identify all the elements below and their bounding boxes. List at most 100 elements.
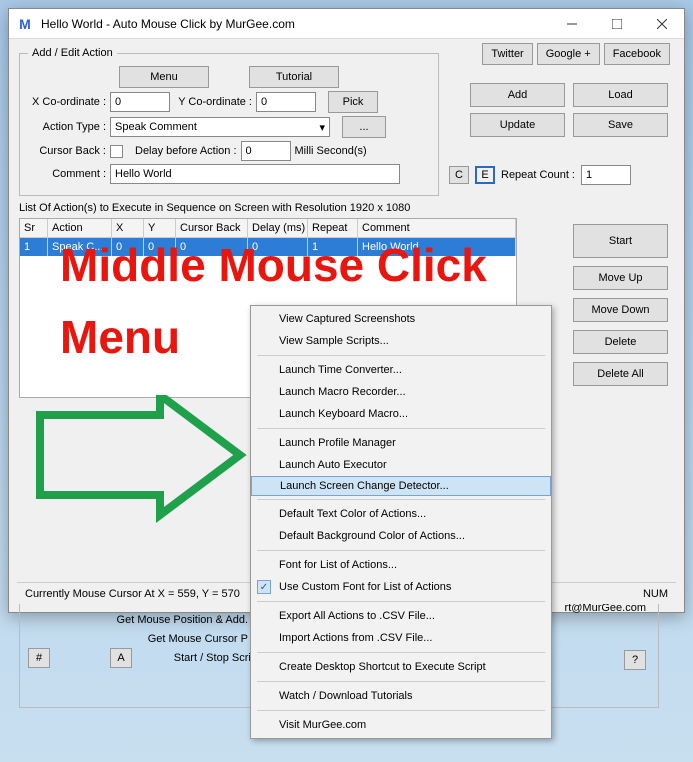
menu-item-label: Launch Screen Change Detector...: [280, 480, 449, 492]
actiontype-label: Action Type :: [28, 121, 106, 133]
check-icon: ✓: [257, 580, 271, 594]
col-delay[interactable]: Delay (ms): [248, 219, 308, 237]
getcur-label: Get Mouse Cursor P: [28, 633, 248, 645]
menu-separator: [257, 428, 545, 429]
pick-button[interactable]: Pick: [328, 91, 378, 113]
menu-item[interactable]: Create Desktop Shortcut to Execute Scrip…: [251, 656, 551, 678]
menu-item[interactable]: Launch Auto Executor: [251, 454, 551, 476]
window-title: Hello World - Auto Mouse Click by MurGee…: [41, 17, 549, 31]
add-edit-group: Add / Edit Action Menu Tutorial X Co-ord…: [19, 47, 439, 196]
movedown-button[interactable]: Move Down: [573, 298, 668, 322]
overlay-text-2: Menu: [60, 310, 180, 364]
cell: 1: [20, 238, 48, 256]
menu-item-label: Import Actions from .CSV File...: [279, 632, 432, 644]
menu-item[interactable]: Watch / Download Tutorials: [251, 685, 551, 707]
overlay-text-1: Middle Mouse Click: [60, 240, 487, 291]
update-button[interactable]: Update: [470, 113, 565, 137]
col-y[interactable]: Y: [144, 219, 176, 237]
hash-button[interactable]: #: [28, 648, 50, 668]
e-button[interactable]: E: [475, 166, 495, 184]
help-button[interactable]: ?: [624, 650, 646, 670]
menu-item[interactable]: Launch Time Converter...: [251, 359, 551, 381]
menu-item-label: Use Custom Font for List of Actions: [279, 581, 451, 593]
menu-item-label: Visit MurGee.com: [279, 719, 366, 731]
cursorback-checkbox[interactable]: [110, 145, 123, 158]
twitter-button[interactable]: Twitter: [482, 43, 532, 65]
menu-item[interactable]: Launch Profile Manager: [251, 432, 551, 454]
menu-item-label: Launch Keyboard Macro...: [279, 408, 408, 420]
list-label: List Of Action(s) to Execute in Sequence…: [19, 202, 674, 214]
menu-separator: [257, 652, 545, 653]
menu-item[interactable]: Default Background Color of Actions...: [251, 525, 551, 547]
comment-input[interactable]: [110, 164, 400, 184]
menu-item[interactable]: Visit MurGee.com: [251, 714, 551, 736]
menu-item-label: Default Background Color of Actions...: [279, 530, 465, 542]
menu-item-label: Default Text Color of Actions...: [279, 508, 426, 520]
menu-item[interactable]: Launch Keyboard Macro...: [251, 403, 551, 425]
close-button[interactable]: [639, 9, 684, 39]
app-icon: M: [17, 16, 33, 32]
menu-separator: [257, 355, 545, 356]
table-header: Sr Action X Y Cursor Back Delay (ms) Rep…: [20, 219, 516, 238]
menu-button[interactable]: Menu: [119, 66, 209, 88]
menu-separator: [257, 601, 545, 602]
col-action[interactable]: Action: [48, 219, 112, 237]
maximize-button[interactable]: [594, 9, 639, 39]
load-button[interactable]: Load: [573, 83, 668, 107]
context-menu[interactable]: View Captured Screenshots View Sample Scr…: [250, 305, 552, 739]
actiontype-more-button[interactable]: ...: [342, 116, 386, 138]
x-input[interactable]: [110, 92, 170, 112]
facebook-button[interactable]: Facebook: [604, 43, 670, 65]
titlebar[interactable]: M Hello World - Auto Mouse Click by MurG…: [9, 9, 684, 39]
menu-item-label: View Sample Scripts...: [279, 335, 389, 347]
menu-item[interactable]: View Captured Screenshots: [251, 308, 551, 330]
menu-item[interactable]: Import Actions from .CSV File...: [251, 627, 551, 649]
save-button[interactable]: Save: [573, 113, 668, 137]
deleteall-button[interactable]: Delete All: [573, 362, 668, 386]
menu-item[interactable]: Default Text Color of Actions...: [251, 503, 551, 525]
delaybefore-label: Delay before Action :: [135, 145, 237, 157]
delaybefore-input[interactable]: [241, 141, 291, 161]
menu-separator: [257, 550, 545, 551]
minimize-button[interactable]: [549, 9, 594, 39]
tutorial-button[interactable]: Tutorial: [249, 66, 339, 88]
col-repeat[interactable]: Repeat: [308, 219, 358, 237]
delete-button[interactable]: Delete: [573, 330, 668, 354]
menu-separator: [257, 710, 545, 711]
arrow-icon: [30, 395, 250, 555]
c-button[interactable]: C: [449, 166, 469, 184]
status-num: NUM: [643, 588, 668, 600]
menu-separator: [257, 681, 545, 682]
moveup-button[interactable]: Move Up: [573, 266, 668, 290]
repeat-input[interactable]: [581, 165, 631, 185]
menu-item-label: Export All Actions to .CSV File...: [279, 610, 435, 622]
col-cursorback[interactable]: Cursor Back: [176, 219, 248, 237]
repeat-label: Repeat Count :: [501, 169, 575, 181]
menu-item[interactable]: Launch Screen Change Detector...: [251, 476, 551, 496]
col-x[interactable]: X: [112, 219, 144, 237]
menu-item[interactable]: Export All Actions to .CSV File...: [251, 605, 551, 627]
y-input[interactable]: [256, 92, 316, 112]
col-comment[interactable]: Comment: [358, 219, 516, 237]
col-sr[interactable]: Sr: [20, 219, 48, 237]
cursorback-label: Cursor Back :: [28, 145, 106, 157]
a-button[interactable]: A: [110, 648, 132, 668]
menu-item-label: Launch Time Converter...: [279, 364, 402, 376]
status-text: Currently Mouse Cursor At X = 559, Y = 5…: [25, 588, 240, 600]
add-button[interactable]: Add: [470, 83, 565, 107]
menu-item-label: Launch Macro Recorder...: [279, 386, 406, 398]
menu-item-label: Font for List of Actions...: [279, 559, 397, 571]
actiontype-value: Speak Comment: [115, 121, 197, 133]
menu-item[interactable]: Font for List of Actions...: [251, 554, 551, 576]
start-button[interactable]: Start: [573, 224, 668, 258]
menu-item-label: Create Desktop Shortcut to Execute Scrip…: [279, 661, 486, 673]
actiontype-combo[interactable]: Speak Comment ▾: [110, 117, 330, 137]
google-button[interactable]: Google +: [537, 43, 600, 65]
menu-item[interactable]: Launch Macro Recorder...: [251, 381, 551, 403]
menu-item[interactable]: View Sample Scripts...: [251, 330, 551, 352]
menu-item[interactable]: ✓ Use Custom Font for List of Actions: [251, 576, 551, 598]
x-label: X Co-ordinate :: [28, 96, 106, 108]
menu-item-label: Launch Auto Executor: [279, 459, 387, 471]
menu-item-label: Watch / Download Tutorials: [279, 690, 412, 702]
menu-separator: [257, 499, 545, 500]
